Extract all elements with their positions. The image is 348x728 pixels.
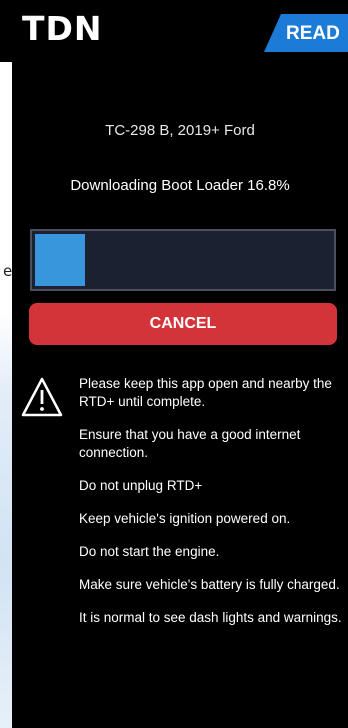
instruction-item: Ensure that you have a good internet con… [79,427,301,460]
tdn-logo: TDN [22,9,103,48]
progress-bar [30,229,336,291]
instruction-item: It is normal to see dash lights and warn… [79,610,342,625]
device-title: TC-298 B, 2019+ Ford [105,122,255,139]
instructions-list: Please keep this app open and nearby the… [79,375,345,642]
instruction-item: Keep vehicle's ignition powered on. [79,511,291,526]
instruction-item: Please keep this app open and nearby the… [79,376,332,409]
instruction-item: Do not unplug RTD+ [79,478,203,493]
instruction-item: Make sure vehicle's battery is fully cha… [79,577,340,592]
status-tab-label: READ [286,23,340,44]
warning-triangle-icon [21,377,63,417]
instruction-item: Do not start the engine. [79,544,220,559]
background-blue-fade [0,310,12,728]
cancel-button[interactable]: CANCEL [29,303,337,345]
background-page-edge: e [0,0,12,728]
progress-bar-fill [35,234,85,286]
update-screen: e TDN READ TC-298 B, 2019+ Ford Download… [0,0,348,728]
status-tab[interactable]: READ [264,14,348,52]
app-header: TDN READ [0,0,348,62]
background-text-fragment: e [3,262,13,280]
download-status: Downloading Boot Loader 16.8% [70,177,290,194]
